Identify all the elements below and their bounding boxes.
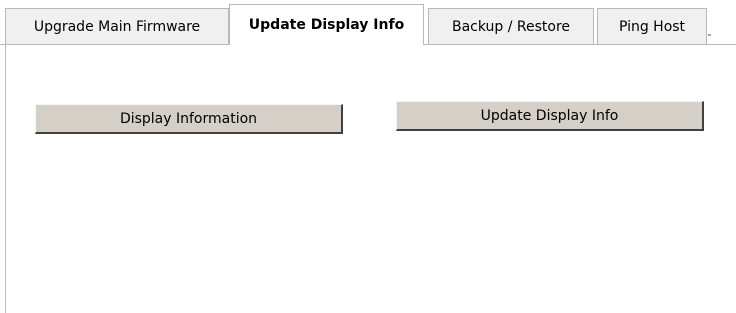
button-label: Update Display Info [480,107,619,124]
tab-strip-marker [708,34,711,36]
tab-label: Update Display Info [248,17,405,33]
tab-ping-host[interactable]: Ping Host [597,8,707,44]
panel-left-border [5,44,6,313]
tab-label: Ping Host [618,18,686,35]
panel-top-border [424,44,736,45]
tab-backup-restore[interactable]: Backup / Restore [428,8,594,44]
panel-top-border [0,44,229,45]
firmware-tools-window: Upgrade Main Firmware Update Display Inf… [0,0,736,313]
tab-update-display-info[interactable]: Update Display Info [229,4,424,45]
button-label: Display Information [119,110,258,127]
update-display-info-button[interactable]: Update Display Info [396,101,704,131]
display-information-button[interactable]: Display Information [35,104,343,134]
tab-upgrade-main-firmware[interactable]: Upgrade Main Firmware [5,8,229,44]
tab-label: Backup / Restore [451,18,571,35]
tab-label: Upgrade Main Firmware [33,18,201,35]
